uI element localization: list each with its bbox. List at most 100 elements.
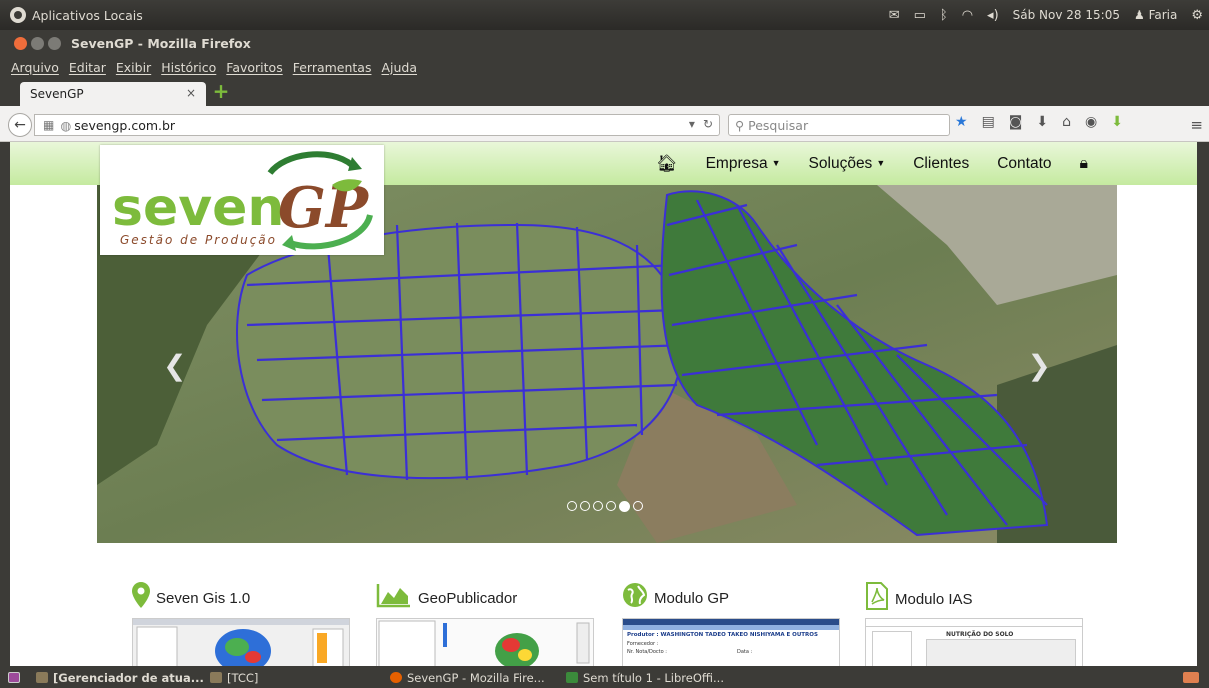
window-close-button[interactable]: [14, 36, 27, 50]
product-seven-gis-label: Seven Gis 1.0: [156, 589, 251, 607]
power-gear-icon[interactable]: ⚙: [1191, 8, 1203, 23]
tab-close-icon[interactable]: ×: [186, 86, 196, 100]
applications-menu-label: Aplicativos Locais: [32, 7, 143, 23]
tab-sevengp[interactable]: SevenGP ×: [20, 82, 206, 106]
thumb-ias-chart-area: [926, 639, 1076, 666]
carousel-dot-4[interactable]: [606, 501, 616, 511]
spreadsheet-icon: [566, 672, 578, 683]
volume-icon[interactable]: ◂): [987, 8, 999, 23]
nav-empresa-label: Empresa: [705, 154, 768, 172]
nav-solucoes[interactable]: Soluções ▼: [809, 155, 886, 173]
lock-icon[interactable]: 🔒︎: [1080, 155, 1089, 173]
show-desktop-icon[interactable]: [8, 669, 20, 686]
map-pin-icon: [132, 582, 150, 614]
carousel-indicators: [567, 501, 643, 512]
back-arrow-icon[interactable]: ←: [8, 113, 32, 137]
bluetooth-icon[interactable]: ᛒ: [940, 8, 948, 23]
new-tab-plus-icon[interactable]: +: [212, 81, 230, 101]
identity-box-icon[interactable]: ▦: [43, 118, 54, 132]
carousel-dot-1[interactable]: [567, 501, 577, 511]
wifi-icon[interactable]: ◠: [962, 8, 973, 23]
menu-favoritos[interactable]: Favoritos: [226, 60, 282, 75]
carousel-dot-6[interactable]: [633, 501, 643, 511]
user-menu[interactable]: ♟ Faria: [1134, 8, 1177, 22]
applications-menu[interactable]: Aplicativos Locais: [0, 7, 143, 23]
battery-icon[interactable]: ▭: [914, 8, 926, 23]
download-helper-icon[interactable]: ⬇: [1111, 114, 1123, 130]
site-logo[interactable]: seven GP Gestão de Produção: [100, 145, 384, 255]
thumb-gp-producer-label: Produtor :: [627, 632, 659, 638]
logo-graphic: seven GP Gestão de Produção: [112, 151, 373, 251]
folder-icon: [36, 672, 48, 683]
product-geopublicador-label: GeoPublicador: [418, 589, 518, 607]
nav-contato[interactable]: Contato: [997, 155, 1051, 173]
firefox-icon: [390, 672, 402, 683]
window-maximize-button[interactable]: [48, 36, 61, 50]
search-icon: ⚲: [735, 117, 749, 133]
thumb-ias-side-panel: [872, 631, 912, 666]
task-libreoffice[interactable]: Sem título 1 - LibreOffi...: [566, 669, 724, 686]
carousel-prev-chevron-icon[interactable]: ❮: [163, 349, 186, 382]
chat-icon[interactable]: ◉: [1085, 114, 1097, 130]
system-top-panel: Aplicativos Locais ✉ ▭ ᛒ ◠ ◂) Sáb Nov 28…: [0, 0, 1209, 30]
bookmark-star-icon[interactable]: ★: [955, 114, 968, 130]
thumb-modulo-ias[interactable]: NUTRIÇÃO DO SOLO: [865, 618, 1083, 666]
task-libreoffice-label: Sem título 1 - LibreOffi...: [583, 670, 724, 685]
thumb-modulo-gp[interactable]: Produtor : WASHINGTON TADEO TAKEO NISHIY…: [622, 618, 840, 666]
thumb-gp-supplier: Fornecedor :: [627, 641, 659, 647]
menu-ajuda[interactable]: Ajuda: [381, 60, 417, 75]
area-chart-icon: [376, 582, 412, 614]
downloads-arrow-icon[interactable]: ⬇: [1036, 114, 1048, 130]
web-page: 🏠︎ Empresa ▼ Soluções ▼ Clientes Contato 🔒…: [10, 142, 1197, 666]
product-seven-gis[interactable]: Seven Gis 1.0: [132, 582, 250, 614]
product-modulo-ias[interactable]: Modulo IAS: [865, 582, 973, 616]
nav-clientes[interactable]: Clientes: [913, 155, 969, 173]
nav-solucoes-label: Soluções: [808, 154, 873, 172]
menu-exibir[interactable]: Exibir: [116, 60, 151, 75]
menu-arquivo[interactable]: Arquivo: [11, 60, 59, 75]
thumb-seven-gis-image: [133, 619, 349, 666]
task-gerenciador[interactable]: [Gerenciador de atua...: [36, 669, 204, 686]
trash-icon[interactable]: [1183, 669, 1199, 686]
carousel-dot-2[interactable]: [580, 501, 590, 511]
user-icon: ♟: [1133, 8, 1145, 22]
carousel-next-chevron-icon[interactable]: ❯: [1028, 349, 1051, 382]
task-tcc[interactable]: [TCC]: [210, 669, 258, 686]
url-bar[interactable]: ▦ ◍ sevengp.com.br ▾ ↻: [34, 114, 720, 136]
task-gerenciador-label: [Gerenciador de atua...: [53, 670, 204, 685]
thumb-gp-date: Data :: [736, 649, 753, 655]
page-left-edge: [0, 142, 10, 666]
site-home-icon[interactable]: 🏠︎: [656, 154, 678, 174]
caret-down-icon: ▼: [771, 157, 781, 168]
product-modulo-gp-label: Modulo GP: [654, 589, 730, 607]
carousel-dot-5-active[interactable]: [619, 501, 630, 512]
pocket-icon[interactable]: ◙: [1009, 114, 1023, 130]
mail-icon[interactable]: ✉: [889, 8, 900, 23]
history-dropdown-icon[interactable]: ▾: [689, 117, 695, 131]
product-modulo-gp[interactable]: Modulo GP: [622, 582, 729, 614]
menu-ferramentas[interactable]: Ferramentas: [293, 60, 372, 75]
clock[interactable]: Sáb Nov 28 15:05: [1013, 8, 1120, 22]
thumb-geopublicador[interactable]: [376, 618, 594, 666]
window-minimize-button[interactable]: [31, 36, 44, 50]
search-input[interactable]: ⚲ Pesquisar: [728, 114, 950, 136]
menu-hamburger-icon[interactable]: ≡: [1190, 116, 1203, 134]
nav-empresa[interactable]: Empresa ▼: [706, 155, 781, 173]
thumb-ias-header: [866, 619, 1082, 627]
page-scrollbar[interactable]: [1197, 142, 1209, 666]
caret-down-icon: ▼: [876, 157, 886, 168]
tab-label: SevenGP: [30, 87, 84, 101]
thumb-seven-gis[interactable]: [132, 618, 350, 666]
carousel-dot-3[interactable]: [593, 501, 603, 511]
pdf-icon: [865, 582, 889, 616]
taskbar: [Gerenciador de atua... [TCC] SevenGP - …: [0, 666, 1209, 688]
bookmarks-list-icon[interactable]: ▤: [982, 114, 995, 130]
product-geopublicador[interactable]: GeoPublicador: [376, 582, 517, 614]
globe-icon: [622, 582, 648, 614]
menu-editar[interactable]: Editar: [69, 60, 106, 75]
reload-icon[interactable]: ↻: [703, 117, 713, 131]
task-firefox[interactable]: SevenGP - Mozilla Fire...: [390, 669, 545, 686]
menu-historico[interactable]: Histórico: [161, 60, 216, 75]
home-icon[interactable]: ⌂: [1062, 114, 1071, 130]
window-titlebar: SevenGP - Mozilla Firefox: [0, 30, 1209, 56]
